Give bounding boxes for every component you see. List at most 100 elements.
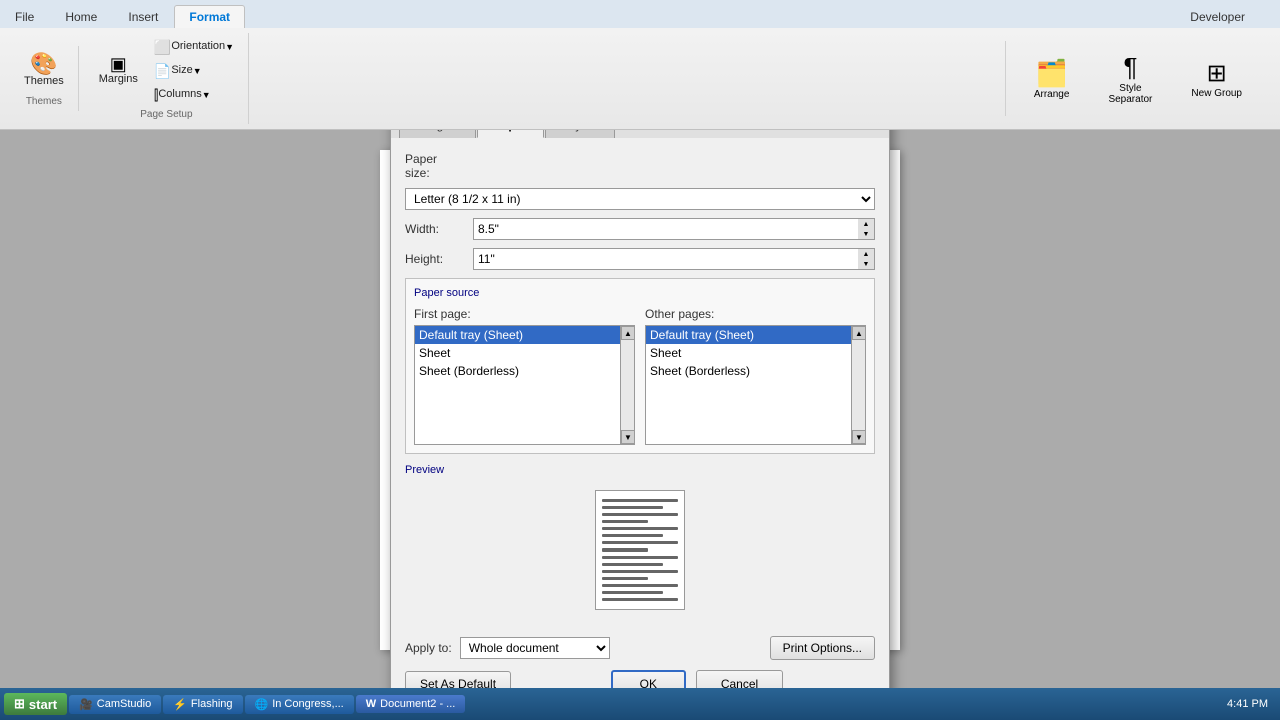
tab-developer[interactable]: Developer (1175, 5, 1260, 28)
paper-source-grid: First page: Default tray (Sheet) Sheet S… (414, 307, 866, 445)
taskbar-camstudio[interactable]: 🎥 CamStudio (69, 695, 161, 714)
page-setup-dialog: Page Setup ─ □ ✕ Margins Paper Layout Pa… (390, 130, 890, 688)
tab-format[interactable]: Format (174, 5, 245, 28)
orientation-label: Orientation (171, 40, 225, 53)
orientation-icon: ⬜ (154, 40, 171, 54)
height-label: Height: (405, 252, 465, 266)
other-pages-scroll-down[interactable]: ▼ (852, 430, 866, 444)
paper-size-select-row: Letter (8 1/2 x 11 in) A4 Legal (405, 188, 875, 210)
apply-to-select[interactable]: Whole document This section This point f… (460, 637, 610, 659)
taskbar-word[interactable]: W Document2 - ... (356, 695, 466, 713)
orientation-button[interactable]: ⬜ Orientation ▼ (148, 37, 240, 57)
taskbar-browser[interactable]: 🌐 In Congress,... (245, 695, 354, 714)
word-icon: W (366, 698, 376, 710)
preview-line-5 (602, 527, 678, 530)
dialog-overlay: Page Setup ─ □ ✕ Margins Paper Layout Pa… (0, 130, 1280, 656)
ribbon-tab-bar: File Home Insert Format Developer (0, 0, 1280, 28)
paper-size-select[interactable]: Letter (8 1/2 x 11 in) A4 Legal (405, 188, 875, 210)
first-page-scroll-down[interactable]: ▼ (621, 430, 635, 444)
ok-button[interactable]: OK (611, 670, 686, 688)
preview-section: Preview (405, 464, 875, 616)
preview-line-8 (602, 548, 648, 551)
margins-button[interactable]: ▣ Margins (93, 52, 144, 89)
preview-line-11 (602, 570, 678, 573)
preview-line-13 (602, 584, 678, 587)
ribbon-group-page-setup: ▣ Margins ⬜ Orientation ▼ 📄 Size ▼ (85, 33, 249, 124)
tab-home[interactable]: Home (50, 5, 112, 28)
width-spin-up[interactable]: ▲ (858, 219, 874, 229)
paper-source-section: Paper source First page: Default tray (S… (405, 278, 875, 454)
height-spinner: ▲ ▼ (858, 248, 875, 270)
height-input[interactable] (473, 248, 858, 270)
tab-file[interactable]: File (0, 5, 49, 28)
new-group-label: New Group (1191, 88, 1242, 99)
paper-size-wrap: Letter (8 1/2 x 11 in) A4 Legal (405, 188, 875, 210)
themes-group-label: Themes (26, 96, 62, 107)
other-pages-item-2[interactable]: Sheet (Borderless) (646, 362, 865, 380)
themes-icon: 🎨 (30, 53, 57, 75)
start-label: start (29, 697, 57, 712)
first-page-label: First page: (414, 307, 635, 321)
document-area: Page Setup ─ □ ✕ Margins Paper Layout Pa… (0, 130, 1280, 688)
first-page-item-0[interactable]: Default tray (Sheet) (415, 326, 634, 344)
print-options-button[interactable]: Print Options... (770, 636, 875, 660)
width-input[interactable] (473, 218, 858, 240)
paper-size-row: Paper size: (405, 152, 875, 180)
style-separator-button[interactable]: ¶ Style Separator (1097, 49, 1163, 108)
other-pages-scroll-up[interactable]: ▲ (852, 326, 866, 340)
margins-label: Margins (99, 73, 138, 86)
other-pages-item-0[interactable]: Default tray (Sheet) (646, 326, 865, 344)
first-page-scroll-up[interactable]: ▲ (621, 326, 635, 340)
preview-line-15 (602, 598, 678, 601)
start-button[interactable]: ⊞ start (4, 693, 67, 715)
camstudio-icon: 🎥 (79, 698, 93, 711)
preview-line-10 (602, 563, 663, 566)
cancel-button[interactable]: Cancel (696, 670, 783, 688)
first-page-item-1[interactable]: Sheet (415, 344, 634, 362)
new-group-icon: ⊞ (1207, 59, 1227, 88)
first-page-col: First page: Default tray (Sheet) Sheet S… (414, 307, 635, 445)
first-page-listbox[interactable]: Default tray (Sheet) Sheet Sheet (Border… (414, 325, 635, 445)
width-label: Width: (405, 222, 465, 236)
preview-line-4 (602, 520, 648, 523)
taskbar-flashing[interactable]: ⚡ Flashing (163, 695, 242, 714)
page-setup-group-label: Page Setup (140, 109, 192, 120)
set-as-default-button[interactable]: Set As Default (405, 671, 511, 688)
tab-paper[interactable]: Paper (477, 130, 544, 138)
paper-size-label: Paper size: (405, 152, 465, 180)
columns-button[interactable]: ⫿ Columns ▼ (148, 85, 240, 105)
size-label: Size (171, 64, 192, 77)
apply-to-label: Apply to: (405, 641, 452, 655)
width-row: Width: ▲ ▼ (405, 218, 875, 240)
clock-time: 4:41 PM (1227, 698, 1268, 710)
start-icon: ⊞ (14, 696, 25, 712)
height-spin-down[interactable]: ▼ (858, 259, 874, 269)
other-pages-scrollbar: ▲ ▼ (851, 326, 865, 444)
themes-button[interactable]: 🎨 Themes (18, 50, 70, 91)
preview-line-2 (602, 506, 663, 509)
ribbon-group-themes: 🎨 Themes Themes (10, 46, 79, 110)
dialog-footer-top: Apply to: Whole document This section Th… (391, 630, 889, 666)
style-sep-label: Style Separator (1105, 83, 1155, 105)
tab-margins[interactable]: Margins (399, 130, 476, 138)
other-pages-item-1[interactable]: Sheet (646, 344, 865, 362)
arrange-icon: 🗂️ (1035, 58, 1067, 89)
other-pages-col: Other pages: Default tray (Sheet) Sheet … (645, 307, 866, 445)
arrange-button[interactable]: 🗂️ Arrange (1026, 55, 1078, 103)
width-spin-down[interactable]: ▼ (858, 229, 874, 239)
tab-layout[interactable]: Layout (545, 130, 615, 138)
browser-label: In Congress,... (272, 698, 344, 710)
first-page-item-2[interactable]: Sheet (Borderless) (415, 362, 634, 380)
new-group-button[interactable]: ⊞ New Group (1183, 56, 1250, 102)
height-input-wrap: ▲ ▼ (473, 248, 875, 270)
tab-insert[interactable]: Insert (113, 5, 173, 28)
preview-line-6 (602, 534, 663, 537)
height-spin-up[interactable]: ▲ (858, 249, 874, 259)
size-button[interactable]: 📄 Size ▼ (148, 61, 240, 81)
preview-header: Preview (405, 464, 875, 476)
dialog-buttons-row: Set As Default OK Cancel (391, 666, 889, 688)
size-icon: 📄 (154, 64, 171, 78)
columns-label: Columns (158, 88, 201, 101)
flashing-icon: ⚡ (173, 698, 187, 711)
other-pages-listbox[interactable]: Default tray (Sheet) Sheet Sheet (Border… (645, 325, 866, 445)
